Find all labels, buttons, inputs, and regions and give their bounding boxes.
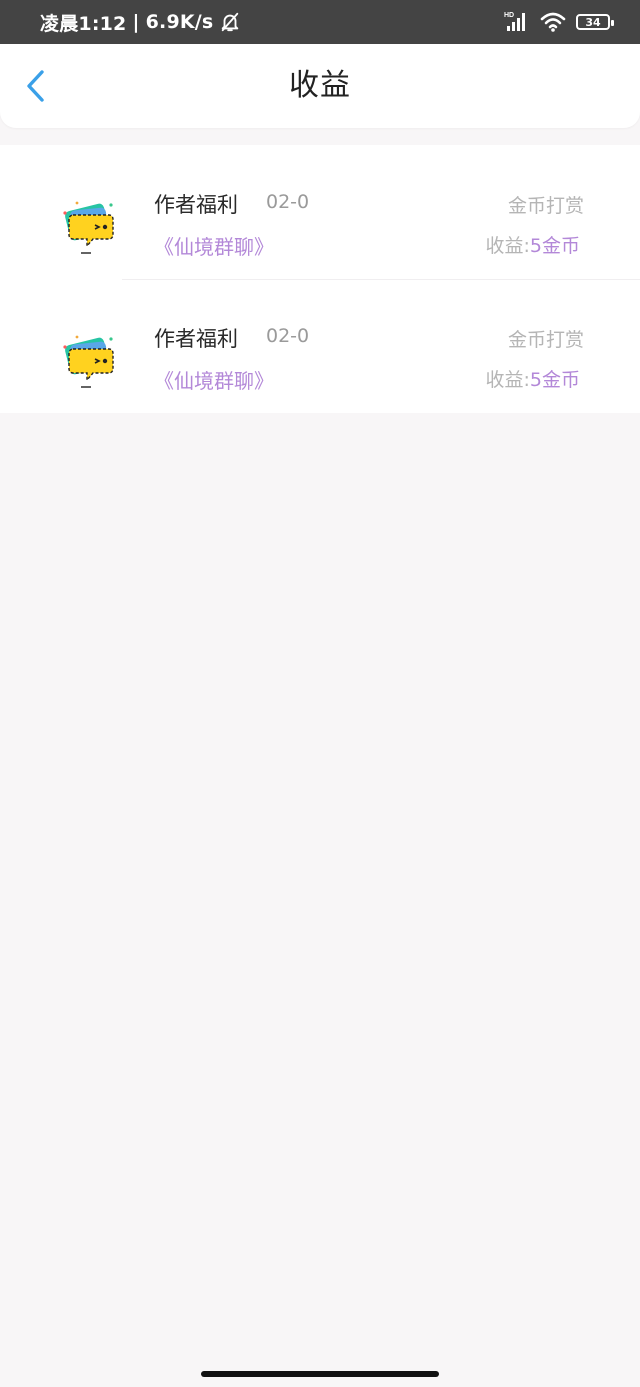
income-value: 5金币 xyxy=(529,235,580,257)
record-date: 02-0 xyxy=(266,325,310,347)
avatar xyxy=(63,335,114,388)
list-item[interactable]: 作者福利 02-0 《仙境群聊》 金币打赏 收益:5金币 xyxy=(0,145,640,279)
bell-off-icon xyxy=(222,12,239,32)
signal-icon: HD xyxy=(504,12,525,31)
network-speed: 6.9K/s xyxy=(145,11,214,33)
income-label: 收益: xyxy=(485,369,530,391)
status-time: 凌晨1:12 xyxy=(40,12,127,35)
battery-level: 34 xyxy=(585,15,601,29)
home-indicator[interactable] xyxy=(201,1371,439,1377)
record-title: 作者福利 xyxy=(154,193,238,217)
nav-bar: 收益 xyxy=(0,44,640,128)
record-title: 作者福利 xyxy=(154,327,238,351)
battery-icon: 34 xyxy=(576,14,614,30)
record-type: 金币打赏 xyxy=(507,329,584,351)
record-date: 02-0 xyxy=(266,191,310,213)
status-separator: | xyxy=(132,11,140,33)
page-title: 收益 xyxy=(289,68,351,103)
list-item[interactable]: 作者福利 02-0 《仙境群聊》 金币打赏 收益:5金币 xyxy=(0,279,640,413)
record-book[interactable]: 《仙境群聊》 xyxy=(154,365,274,394)
wifi-icon xyxy=(540,12,566,32)
record-type: 金币打赏 xyxy=(507,195,584,217)
signal-hd-label: HD xyxy=(504,12,514,19)
record-book[interactable]: 《仙境群聊》 xyxy=(154,231,274,260)
income-list: 作者福利 02-0 《仙境群聊》 金币打赏 收益:5金币 作者福利 02-0 《… xyxy=(0,145,640,413)
income-value: 5金币 xyxy=(529,369,580,391)
record-income: 收益:5金币 xyxy=(486,365,581,392)
avatar xyxy=(63,201,114,254)
record-income: 收益:5金币 xyxy=(486,231,581,258)
income-label: 收益: xyxy=(485,235,530,257)
